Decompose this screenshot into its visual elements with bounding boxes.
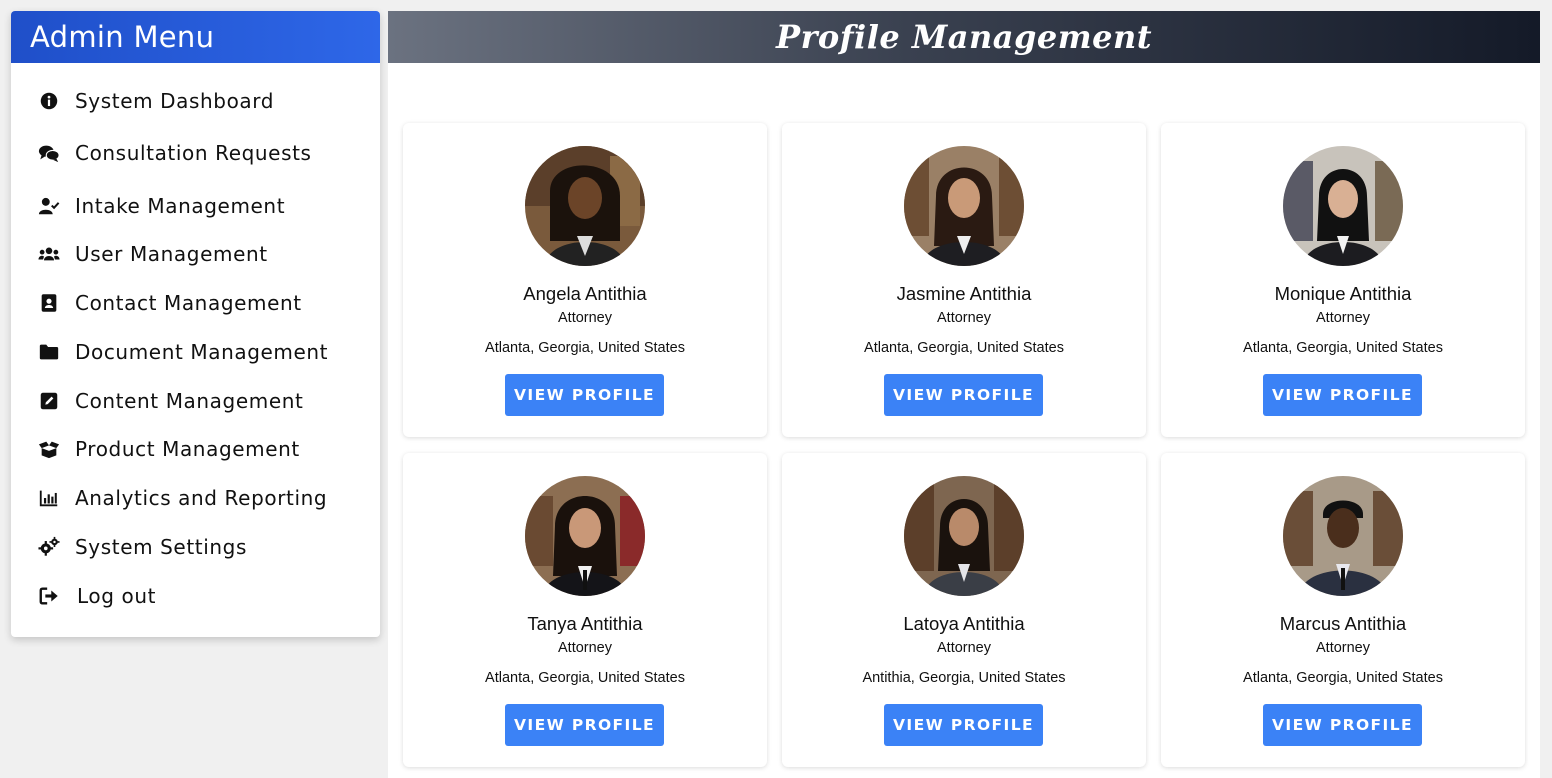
profile-card: Angela Antithia Attorney Atlanta, Georgi…: [403, 123, 767, 437]
profile-role: Attorney: [1316, 640, 1370, 656]
profile-card: Tanya Antithia Attorney Atlanta, Georgia…: [403, 453, 767, 767]
avatar: [525, 476, 645, 596]
profile-role: Attorney: [1316, 310, 1370, 326]
sidebar-item-label: Product Management: [75, 437, 300, 461]
profile-card: Latoya Antithia Attorney Antithia, Georg…: [782, 453, 1146, 767]
address-book-icon: [37, 291, 61, 315]
chart-bar-icon: [37, 486, 61, 510]
admin-sidebar: Admin Menu System Dashboard Consultation…: [11, 11, 380, 637]
info-circle-icon: [37, 89, 61, 113]
sidebar-item-consultation-requests[interactable]: Consultation Requests: [11, 133, 380, 173]
avatar: [1283, 146, 1403, 266]
sidebar-item-product-management[interactable]: Product Management: [11, 429, 380, 469]
avatar: [1283, 476, 1403, 596]
sidebar-title: Admin Menu: [11, 11, 380, 63]
avatar: [904, 476, 1024, 596]
profile-name: Latoya Antithia: [903, 613, 1025, 634]
profile-card: Marcus Antithia Attorney Atlanta, Georgi…: [1161, 453, 1525, 767]
profile-name: Marcus Antithia: [1279, 613, 1407, 634]
folder-icon: [37, 340, 61, 364]
sidebar-item-intake-management[interactable]: Intake Management: [11, 186, 380, 226]
sidebar-item-label: Content Management: [75, 389, 304, 413]
profile-name: Monique Antithia: [1274, 283, 1412, 304]
profile-role: Attorney: [937, 310, 991, 326]
sign-out-icon: [37, 584, 61, 608]
sidebar-item-label: Intake Management: [75, 194, 286, 218]
profile-name: Tanya Antithia: [527, 613, 643, 634]
profile-location: Atlanta, Georgia, United States: [485, 340, 685, 356]
profile-location: Atlanta, Georgia, United States: [485, 670, 685, 686]
main-panel: Profile Management Angela Antithia Attor…: [388, 11, 1540, 778]
profile-role: Attorney: [558, 310, 612, 326]
sidebar-item-content-management[interactable]: Content Management: [11, 381, 380, 421]
page-title: Profile Management: [388, 11, 1540, 63]
view-profile-button[interactable]: VIEW PROFILE: [505, 374, 664, 416]
avatar: [525, 146, 645, 266]
profile-location: Atlanta, Georgia, United States: [864, 340, 1064, 356]
view-profile-button[interactable]: VIEW PROFILE: [884, 374, 1043, 416]
sidebar-item-label: Analytics and Reporting: [75, 486, 328, 510]
profile-card: Monique Antithia Attorney Atlanta, Georg…: [1161, 123, 1525, 437]
user-check-icon: [37, 194, 61, 218]
sidebar-item-label: Document Management: [75, 340, 329, 364]
view-profile-button[interactable]: VIEW PROFILE: [1263, 374, 1422, 416]
view-profile-button[interactable]: VIEW PROFILE: [1263, 704, 1422, 746]
profile-role: Attorney: [558, 640, 612, 656]
sidebar-item-label: Log out: [77, 584, 157, 608]
sidebar-item-system-settings[interactable]: System Settings: [11, 527, 380, 567]
view-profile-button[interactable]: VIEW PROFILE: [505, 704, 664, 746]
profile-location: Atlanta, Georgia, United States: [1243, 670, 1443, 686]
sidebar-item-label: System Settings: [75, 535, 247, 559]
sidebar-item-label: Consultation Requests: [75, 141, 312, 165]
profile-location: Atlanta, Georgia, United States: [1243, 340, 1443, 356]
sidebar-item-contact-management[interactable]: Contact Management: [11, 283, 380, 323]
profile-role: Attorney: [937, 640, 991, 656]
users-icon: [37, 242, 61, 266]
sidebar-item-label: System Dashboard: [75, 89, 275, 113]
profile-card: Jasmine Antithia Attorney Atlanta, Georg…: [782, 123, 1146, 437]
sidebar-item-analytics-and-reporting[interactable]: Analytics and Reporting: [11, 478, 380, 518]
sidebar-item-document-management[interactable]: Document Management: [11, 332, 380, 372]
edit-icon: [37, 389, 61, 413]
profile-name: Jasmine Antithia: [896, 283, 1032, 304]
profile-name: Angela Antithia: [523, 283, 647, 304]
profile-location: Antithia, Georgia, United States: [862, 670, 1066, 686]
sidebar-item-user-management[interactable]: User Management: [11, 234, 380, 274]
sidebar-item-system-dashboard[interactable]: System Dashboard: [11, 81, 380, 121]
sidebar-item-label: User Management: [75, 242, 268, 266]
view-profile-button[interactable]: VIEW PROFILE: [884, 704, 1043, 746]
sidebar-item-log-out[interactable]: Log out: [11, 576, 380, 616]
box-open-icon: [37, 437, 61, 461]
avatar: [904, 146, 1024, 266]
cogs-icon: [37, 535, 61, 559]
sidebar-item-label: Contact Management: [75, 291, 302, 315]
comments-icon: [37, 141, 61, 165]
